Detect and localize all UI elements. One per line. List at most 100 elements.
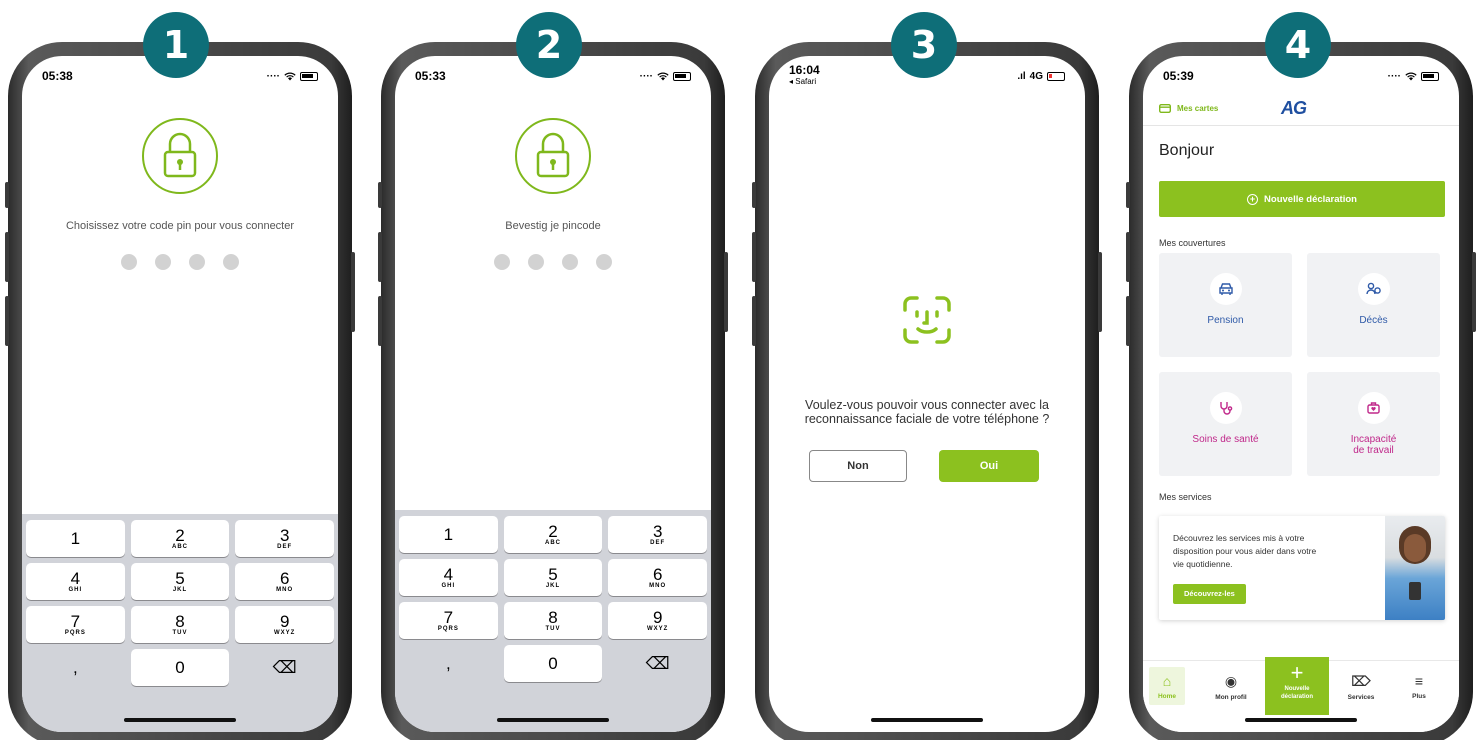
step-badge-4: 4 <box>1265 12 1331 78</box>
key-0[interactable]: 0 <box>130 649 230 686</box>
key-2[interactable]: 2 ABC <box>130 520 230 557</box>
signal-icon: ···· <box>639 70 653 82</box>
key-8[interactable]: 8 TUV <box>130 606 230 643</box>
pin-dot <box>528 254 544 270</box>
key-7[interactable]: 7 PQRS <box>26 606 125 643</box>
step-badge-1: 1 <box>143 12 209 78</box>
key-5[interactable]: 5 JKL <box>503 559 603 596</box>
wifi-icon <box>657 72 669 80</box>
home-indicator <box>871 718 983 722</box>
step-badge-3: 3 <box>891 12 957 78</box>
clock: 16:04 <box>789 63 820 77</box>
battery-icon <box>300 71 318 81</box>
tag-icon: ⌦ <box>1351 673 1371 689</box>
coverages-title: Mes couvertures <box>1159 238 1226 248</box>
new-claim-button[interactable]: + Nouvelle déclaration <box>1159 181 1445 217</box>
key-comma[interactable]: , <box>26 649 125 686</box>
key-0[interactable]: 0 <box>503 645 603 682</box>
key-6[interactable]: 6 MNO <box>235 563 335 600</box>
pin-dot <box>121 254 137 270</box>
tab-profile[interactable]: ◉ Mon profil <box>1205 673 1257 701</box>
pin-dots <box>121 254 239 270</box>
home-icon: ⌂ <box>1162 673 1172 689</box>
lock-icon <box>515 118 591 194</box>
pin-dot <box>596 254 612 270</box>
key-9[interactable]: 9 WXYZ <box>235 606 335 643</box>
plus-circle-icon: + <box>1247 193 1259 205</box>
services-photo <box>1385 516 1445 620</box>
coverage-tile-incapacite[interactable]: Incapacité de travail <box>1307 372 1440 476</box>
services-title: Mes services <box>1159 492 1212 502</box>
tab-services[interactable]: ⌦ Services <box>1335 673 1387 701</box>
numeric-keypad: 1 2 ABC 3 DEF 4 GHI 5 JKL 6 MNO 7 PQRS 8 TUV 9W… <box>395 510 711 732</box>
greeting: Bonjour <box>1159 142 1215 159</box>
numeric-keypad: 1 2 ABC 3 DEF 4 GHI 5 JKL 6 MNO 7 PQRS 8 TUV 9W… <box>22 514 338 732</box>
services-card: Découvrez les services mis à votre dispos… <box>1159 516 1445 620</box>
key-2[interactable]: 2 ABC <box>503 516 603 553</box>
home-indicator <box>497 718 609 722</box>
key-4[interactable]: 4 GHI <box>399 559 498 596</box>
pin-confirm-screen: 05:33 ···· Bevestig je pincode 1 2 ABC 3D… <box>395 56 711 732</box>
profile-icon: ◉ <box>1224 673 1238 689</box>
coverage-tile-deces[interactable]: Décès <box>1307 253 1440 357</box>
key-1[interactable]: 1 <box>399 516 498 553</box>
pin-dot <box>494 254 510 270</box>
key-3[interactable]: 3 DEF <box>235 520 335 557</box>
home-indicator <box>124 718 236 722</box>
coverage-tile-soins[interactable]: Soins de santé <box>1159 372 1292 476</box>
people-icon <box>1357 273 1390 305</box>
card-icon <box>1159 104 1171 113</box>
backspace-icon[interactable]: ⌫ <box>608 645 707 682</box>
key-9[interactable]: 9 WXYZ <box>608 602 708 639</box>
key-5[interactable]: 5 JKL <box>130 563 230 600</box>
home-indicator <box>1245 718 1357 722</box>
signal-icon: .ıl <box>1017 70 1026 82</box>
key-1[interactable]: 1 <box>26 520 125 557</box>
clock: 05:39 <box>1163 69 1194 83</box>
key-7[interactable]: 7 PQRS <box>399 602 498 639</box>
ag-logo: AG <box>1281 98 1307 118</box>
tab-home-label[interactable]: ⌂ Home <box>1143 673 1193 700</box>
signal-icon: ···· <box>266 70 280 82</box>
yes-button[interactable]: Oui <box>939 450 1039 482</box>
lock-icon <box>142 118 218 194</box>
pin-instruction: Bevestig je pincode <box>505 220 601 232</box>
car-icon <box>1209 273 1242 305</box>
face-id-message: Voulez-vous pouvoir vous connecter avec … <box>804 398 1050 426</box>
pin-dot <box>189 254 205 270</box>
pin-dot <box>223 254 239 270</box>
wifi-icon <box>284 72 296 80</box>
pin-dot <box>562 254 578 270</box>
pin-instruction: Choisissez votre code pin pour vous conn… <box>65 220 295 232</box>
stethoscope-icon <box>1209 392 1242 424</box>
step-badge-2: 2 <box>516 12 582 78</box>
phone-4: 05:39 ···· Mes cartes AG Bonjour + Nouve… <box>1126 42 1476 740</box>
home-screen: 05:39 ···· Mes cartes AG Bonjour + Nouve… <box>1143 56 1459 732</box>
key-4[interactable]: 4 GHI <box>26 563 125 600</box>
no-button[interactable]: Non <box>809 450 907 482</box>
signal-icon: ···· <box>1387 70 1401 82</box>
key-6[interactable]: 6 MNO <box>608 559 708 596</box>
pin-dots <box>494 254 612 270</box>
coverage-tile-pension[interactable]: Pension <box>1159 253 1292 357</box>
tab-new-claim[interactable]: + Nouvelle déclaration <box>1265 657 1329 715</box>
my-cards-link[interactable]: Mes cartes <box>1159 104 1218 113</box>
key-3[interactable]: 3 DEF <box>608 516 708 553</box>
phone-3: 16:04 ◂ Safari .ıl 4G Voulez-vous pouvoi… <box>752 42 1102 740</box>
face-id-screen: 16:04 ◂ Safari .ıl 4G Voulez-vous pouvoi… <box>769 56 1085 732</box>
battery-icon <box>1047 71 1065 81</box>
clock: 05:38 <box>42 69 73 83</box>
backspace-icon[interactable]: ⌫ <box>235 649 334 686</box>
battery-icon <box>673 71 691 81</box>
phone-2: 05:33 ···· Bevestig je pincode 1 2 ABC 3D… <box>378 42 728 740</box>
pin-setup-screen: 05:38 ···· Choisissez votre code pin pou… <box>22 56 338 732</box>
briefcase-heart-icon <box>1357 392 1390 424</box>
discover-button[interactable]: Découvrez-les <box>1173 584 1246 604</box>
key-8[interactable]: 8 TUV <box>503 602 603 639</box>
app-header: Mes cartes AG <box>1143 96 1459 126</box>
services-text: Découvrez les services mis à votre dispos… <box>1173 533 1317 569</box>
key-comma[interactable]: , <box>399 645 498 682</box>
tab-more[interactable]: ≡ Plus <box>1393 673 1445 700</box>
back-to-safari-link[interactable]: ◂ Safari <box>789 76 820 88</box>
menu-icon: ≡ <box>1414 673 1424 689</box>
